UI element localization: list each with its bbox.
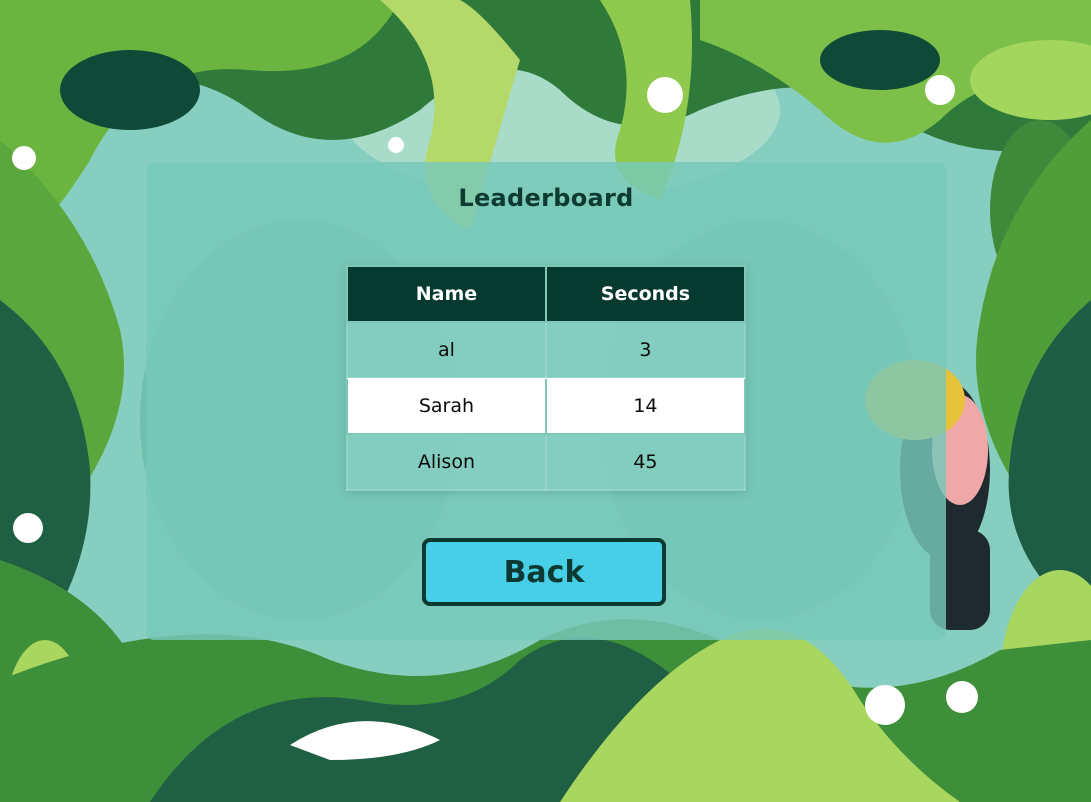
leaderboard-panel: Leaderboard Name Seconds al 3 Sarah 14 A…	[146, 162, 946, 640]
cell-name: Sarah	[346, 377, 547, 435]
cell-name: al	[346, 321, 547, 379]
back-button[interactable]: Back	[422, 538, 666, 606]
cell-name: Alison	[346, 433, 547, 491]
cell-seconds: 45	[544, 433, 747, 491]
table-row: al 3	[346, 321, 747, 379]
table-row: Sarah 14	[346, 377, 747, 435]
column-header-seconds: Seconds	[544, 265, 747, 323]
leaderboard-table: Name Seconds al 3 Sarah 14 Alison 45	[346, 265, 747, 491]
table-row: Alison 45	[346, 433, 747, 491]
column-header-name: Name	[346, 265, 547, 323]
page-title: Leaderboard	[458, 184, 634, 212]
cell-seconds: 3	[544, 321, 747, 379]
cell-seconds: 14	[544, 377, 747, 435]
table-header-row: Name Seconds	[346, 265, 747, 323]
